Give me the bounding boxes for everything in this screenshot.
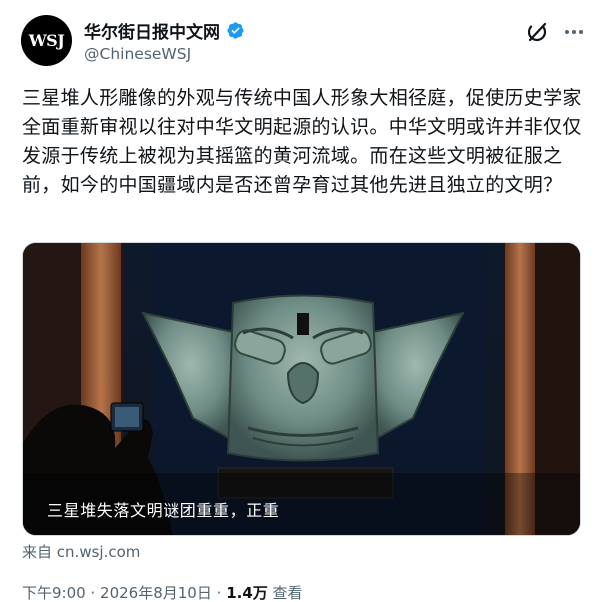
tweet-date[interactable]: 2026年8月10日 — [100, 584, 212, 602]
bronze-mask-image — [23, 243, 580, 535]
link-source: 来自 cn.wsj.com — [22, 541, 140, 562]
views-count: 1.4万 — [226, 584, 268, 602]
more-icon[interactable] — [560, 20, 588, 44]
media-card[interactable]: 三星堆失落文明谜团重重，正重 — [22, 242, 581, 536]
more-dot — [579, 30, 583, 34]
verified-badge-icon — [227, 22, 244, 39]
views-label: 查看 — [272, 584, 303, 602]
source-link[interactable]: cn.wsj.com — [57, 543, 141, 561]
avatar[interactable]: WSJ — [21, 15, 72, 66]
author-display-name[interactable]: 华尔街日报中文网 — [84, 18, 220, 43]
tweet-meta: 下午9:00 · 2026年8月10日 · 1.4万 查看 — [22, 582, 303, 602]
meta-separator: · — [90, 584, 96, 602]
more-dot — [572, 30, 576, 34]
meta-separator: · — [216, 584, 222, 602]
more-dot — [565, 30, 569, 34]
source-prefix: 来自 — [22, 543, 53, 561]
author-handle[interactable]: @ChineseWSJ — [84, 45, 191, 63]
author-name-row: 华尔街日报中文网 — [84, 18, 245, 43]
tweet-time[interactable]: 下午9:00 — [22, 584, 86, 602]
tweet-text: 三星堆人形雕像的外观与传统中国人形象大相径庭，促使历史学家全面重新审视以往对中华… — [22, 87, 582, 196]
avatar-logo: WSJ — [28, 31, 65, 50]
grok-icon[interactable] — [525, 20, 549, 44]
